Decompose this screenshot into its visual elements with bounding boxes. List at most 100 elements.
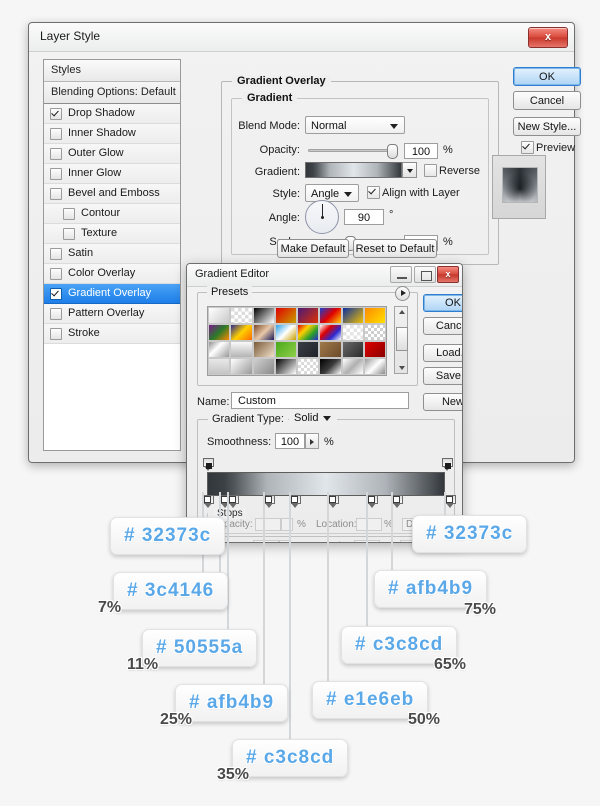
preset-swatch[interactable] (319, 324, 342, 341)
preset-swatch[interactable] (297, 324, 320, 341)
stops-opacity-stepper[interactable] (281, 518, 293, 531)
blending-options-row[interactable]: Blending Options: Default (44, 82, 180, 104)
preset-swatch[interactable] (274, 324, 297, 341)
checkbox-icon[interactable] (50, 147, 62, 160)
ge-load-button[interactable]: Load... (423, 344, 462, 362)
color-stop-65[interactable] (367, 495, 378, 508)
preset-swatch[interactable] (252, 307, 275, 324)
maximize-icon[interactable] (414, 266, 436, 283)
blend-mode-select[interactable]: Normal (305, 116, 405, 134)
preset-swatch[interactable] (319, 307, 342, 324)
color-stop-50[interactable] (328, 495, 339, 508)
preset-swatch[interactable] (208, 307, 231, 324)
preset-swatch[interactable] (230, 307, 253, 324)
preset-swatch[interactable] (274, 358, 297, 375)
color-stop-75[interactable] (392, 495, 403, 508)
preset-swatch[interactable] (252, 341, 275, 358)
smoothness-stepper[interactable] (305, 433, 319, 449)
sidebar-item-color-overlay[interactable]: Color Overlay (44, 264, 180, 284)
stops-location-input-1[interactable] (356, 518, 382, 531)
color-stop-35[interactable] (290, 495, 301, 508)
opacity-slider-knob[interactable] (387, 144, 398, 159)
align-with-layer-checkbox[interactable] (367, 186, 380, 199)
preset-swatch[interactable] (297, 358, 320, 375)
preset-swatch[interactable] (297, 307, 320, 324)
make-default-button[interactable]: Make Default (277, 239, 349, 258)
minimize-icon[interactable] (390, 266, 412, 283)
opacity-stop[interactable] (203, 458, 214, 471)
preview-checkbox[interactable] (521, 141, 534, 154)
reset-to-default-button[interactable]: Reset to Default (353, 239, 437, 258)
ge-save-button[interactable]: Save... (423, 367, 462, 385)
sidebar-item-pattern-overlay[interactable]: Pattern Overlay (44, 304, 180, 324)
sidebar-item-stroke[interactable]: Stroke (44, 324, 180, 344)
checkbox-icon[interactable] (50, 267, 62, 280)
sidebar-item-drop-shadow[interactable]: Drop Shadow (44, 104, 180, 124)
preset-swatch[interactable] (363, 358, 386, 375)
preset-swatch[interactable] (341, 307, 364, 324)
preset-swatch[interactable] (363, 341, 386, 358)
preset-swatch[interactable] (319, 341, 342, 358)
color-stop-25[interactable] (264, 495, 275, 508)
opacity-slider-track[interactable] (308, 149, 394, 152)
sidebar-item-gradient-overlay[interactable]: Gradient Overlay (44, 284, 180, 304)
preset-swatch[interactable] (208, 358, 231, 375)
smoothness-input[interactable]: 100 (275, 433, 305, 449)
preset-swatch[interactable] (341, 358, 364, 375)
preset-swatch[interactable] (274, 341, 297, 358)
preset-swatch[interactable] (274, 307, 297, 324)
preset-swatch[interactable] (363, 324, 386, 341)
gradient-picker-button[interactable] (402, 162, 417, 178)
color-stop-100[interactable] (445, 495, 456, 508)
gradient-ramp[interactable] (207, 472, 445, 496)
preset-swatch[interactable] (208, 324, 231, 341)
checkbox-icon[interactable] (50, 167, 62, 180)
checkbox-icon[interactable] (50, 287, 62, 300)
preset-swatch[interactable] (230, 324, 253, 341)
presets-menu-icon[interactable] (395, 286, 410, 301)
checkbox-icon[interactable] (50, 127, 62, 140)
ge-cancel-button[interactable]: Cancel (423, 317, 462, 335)
gradient-type-select[interactable]: Solid (289, 410, 337, 426)
close-icon[interactable]: x (528, 27, 568, 48)
cancel-button[interactable]: Cancel (513, 91, 581, 110)
color-stop-11[interactable] (228, 495, 239, 508)
preset-swatch[interactable] (319, 358, 342, 375)
preset-swatch[interactable] (208, 341, 231, 358)
checkbox-icon[interactable] (63, 227, 75, 240)
preset-swatch-grid[interactable] (207, 306, 387, 376)
style-select[interactable]: Angle (305, 184, 359, 202)
ge-new-button[interactable]: New (423, 393, 462, 411)
opacity-input[interactable]: 100 (404, 143, 438, 159)
new-style-button[interactable]: New Style... (513, 117, 581, 136)
sidebar-item-contour[interactable]: Contour (44, 204, 180, 224)
close-icon[interactable]: x (437, 266, 459, 283)
preset-swatch[interactable] (230, 341, 253, 358)
name-input[interactable]: Custom (231, 392, 409, 409)
stops-opacity-input[interactable] (255, 518, 281, 531)
color-stop-0[interactable] (203, 495, 214, 508)
gradient-preview-bar[interactable] (305, 162, 402, 178)
sidebar-item-inner-glow[interactable]: Inner Glow (44, 164, 180, 184)
sidebar-item-texture[interactable]: Texture (44, 224, 180, 244)
preset-swatch[interactable] (252, 358, 275, 375)
preset-swatch[interactable] (341, 324, 364, 341)
sidebar-item-inner-shadow[interactable]: Inner Shadow (44, 124, 180, 144)
scroll-up-icon[interactable] (398, 310, 405, 314)
checkbox-icon[interactable] (50, 307, 62, 320)
checkbox-icon[interactable] (50, 247, 62, 260)
scrollbar-thumb[interactable] (396, 327, 408, 351)
scroll-down-icon[interactable] (398, 366, 405, 370)
presets-scrollbar[interactable] (394, 306, 408, 374)
preset-swatch[interactable] (230, 358, 253, 375)
sidebar-item-outer-glow[interactable]: Outer Glow (44, 144, 180, 164)
ge-ok-button[interactable]: OK (423, 294, 462, 312)
angle-input[interactable]: 90 (344, 209, 384, 225)
preset-swatch[interactable] (363, 307, 386, 324)
preset-swatch[interactable] (252, 324, 275, 341)
checkbox-icon[interactable] (50, 107, 62, 120)
checkbox-icon[interactable] (50, 327, 62, 340)
opacity-stop[interactable] (442, 458, 453, 471)
stops-color-swatch[interactable] (253, 540, 279, 542)
ok-button[interactable]: OK (513, 67, 581, 86)
